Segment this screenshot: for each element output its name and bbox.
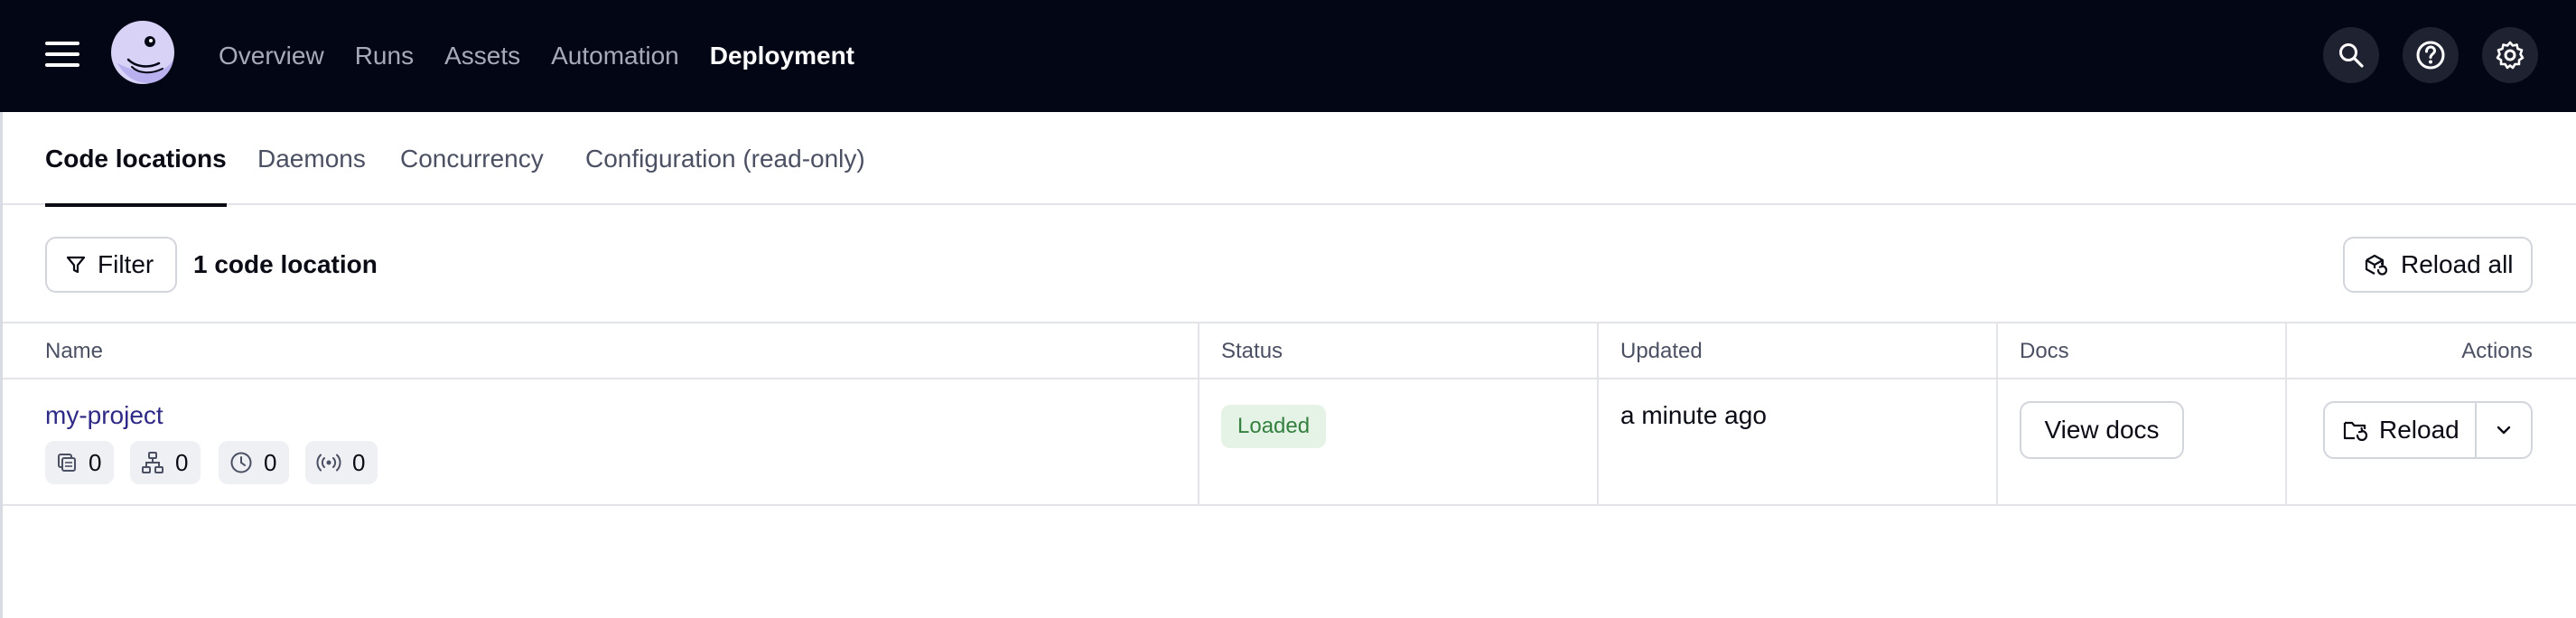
tab-code-locations[interactable]: Code locations (45, 112, 227, 207)
table-header: Name Status Updated Docs Actions (0, 322, 2576, 379)
dagster-logo[interactable] (108, 20, 177, 89)
filter-icon (66, 256, 86, 274)
nav-automation[interactable]: Automation (551, 42, 679, 70)
chip-count: 0 (264, 448, 277, 476)
status-badge: Loaded (1221, 405, 1327, 448)
code-location-count: 1 code location (193, 250, 378, 278)
reload-all-icon (2365, 254, 2388, 276)
view-docs-label: View docs (2044, 416, 2160, 444)
settings-gear-icon[interactable] (2482, 27, 2538, 83)
reload-label: Reload (2379, 416, 2459, 444)
help-icon[interactable] (2403, 27, 2459, 83)
top-nav-bar: Overview Runs Assets Automation Deployme… (0, 0, 2576, 112)
tab-daemons[interactable]: Daemons (257, 112, 366, 205)
updated-time: a minute ago (1620, 401, 1767, 429)
filter-button[interactable]: Filter (45, 237, 177, 293)
job-icon (142, 452, 163, 473)
search-icon[interactable] (2323, 27, 2379, 83)
asset-group-icon (58, 454, 76, 472)
chevron-down-icon (2497, 426, 2511, 435)
reload-all-button[interactable]: Reload all (2343, 237, 2533, 293)
schedule-clock-icon (230, 452, 252, 473)
chip-count: 0 (175, 448, 189, 476)
tab-configuration[interactable]: Configuration (read-only) (585, 112, 865, 205)
sensors-count-chip[interactable]: 0 (305, 441, 378, 484)
sensor-icon (316, 454, 341, 472)
window-left-border (0, 112, 3, 618)
chip-count: 0 (89, 448, 102, 476)
hamburger-menu-icon[interactable] (45, 42, 79, 67)
table-row: my-project 0 0 0 0 Loaded a minute ago V… (0, 379, 2576, 506)
column-header-actions: Actions (2461, 339, 2533, 363)
reload-all-label: Reload all (2401, 250, 2514, 278)
nav-assets[interactable]: Assets (444, 42, 520, 70)
view-docs-button[interactable]: View docs (2020, 401, 2184, 459)
nav-overview[interactable]: Overview (219, 42, 324, 70)
chip-count: 0 (352, 448, 366, 476)
column-header-status: Status (1221, 339, 1283, 363)
column-header-name: Name (45, 339, 104, 363)
code-location-link[interactable]: my-project (45, 401, 163, 430)
nav-runs[interactable]: Runs (355, 42, 414, 70)
reload-button[interactable]: Reload (2323, 401, 2477, 459)
asset-groups-count-chip[interactable]: 0 (45, 441, 115, 484)
deployment-tabs: Code locations Daemons Concurrency Confi… (0, 112, 2576, 207)
reload-options-dropdown[interactable] (2475, 401, 2533, 459)
tab-concurrency[interactable]: Concurrency (400, 112, 544, 205)
schedules-count-chip[interactable]: 0 (219, 441, 290, 484)
column-header-updated: Updated (1620, 339, 1703, 363)
filter-label: Filter (98, 250, 154, 278)
column-header-docs: Docs (2020, 339, 2069, 363)
folder-reload-icon (2343, 421, 2368, 442)
main-nav: Overview Runs Assets Automation Deployme… (219, 0, 854, 112)
jobs-count-chip[interactable]: 0 (130, 441, 201, 484)
nav-deployment[interactable]: Deployment (710, 42, 854, 70)
